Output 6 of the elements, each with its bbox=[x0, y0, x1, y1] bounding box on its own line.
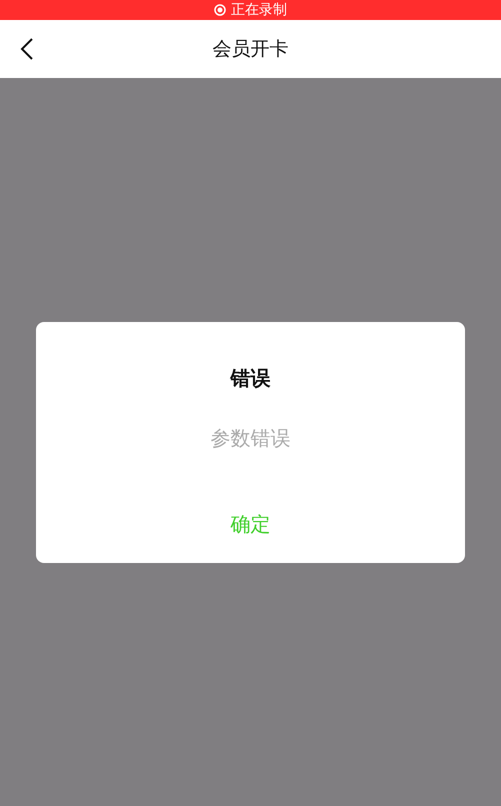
record-icon bbox=[214, 4, 226, 16]
page-title: 会员开卡 bbox=[212, 37, 288, 62]
recording-label: 正在录制 bbox=[231, 2, 287, 18]
dialog-title: 错误 bbox=[230, 364, 270, 392]
dialog-message: 参数错误 bbox=[210, 424, 290, 452]
confirm-button[interactable]: 确定 bbox=[218, 506, 282, 542]
